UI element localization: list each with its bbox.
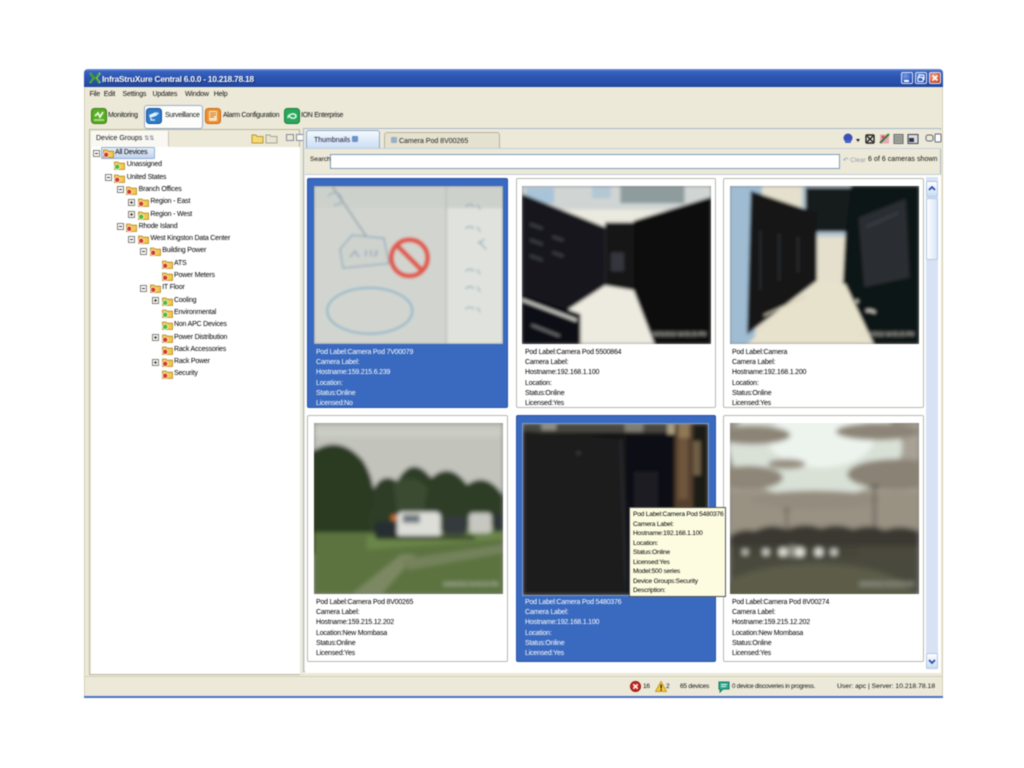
svg-text:03/05/2010 04:55:05 PM: 03/05/2010 04:55:05 PM: [859, 332, 914, 338]
svg-text:03/05/2010 04:55:05 PM: 03/05/2010 04:55:05 PM: [859, 582, 914, 588]
svg-text:03/05/2010 04:55:05 PM: 03/05/2010 04:55:05 PM: [651, 332, 706, 338]
svg-text:03/05/2010 04:55:05 PM: 03/05/2010 04:55:05 PM: [443, 582, 498, 588]
